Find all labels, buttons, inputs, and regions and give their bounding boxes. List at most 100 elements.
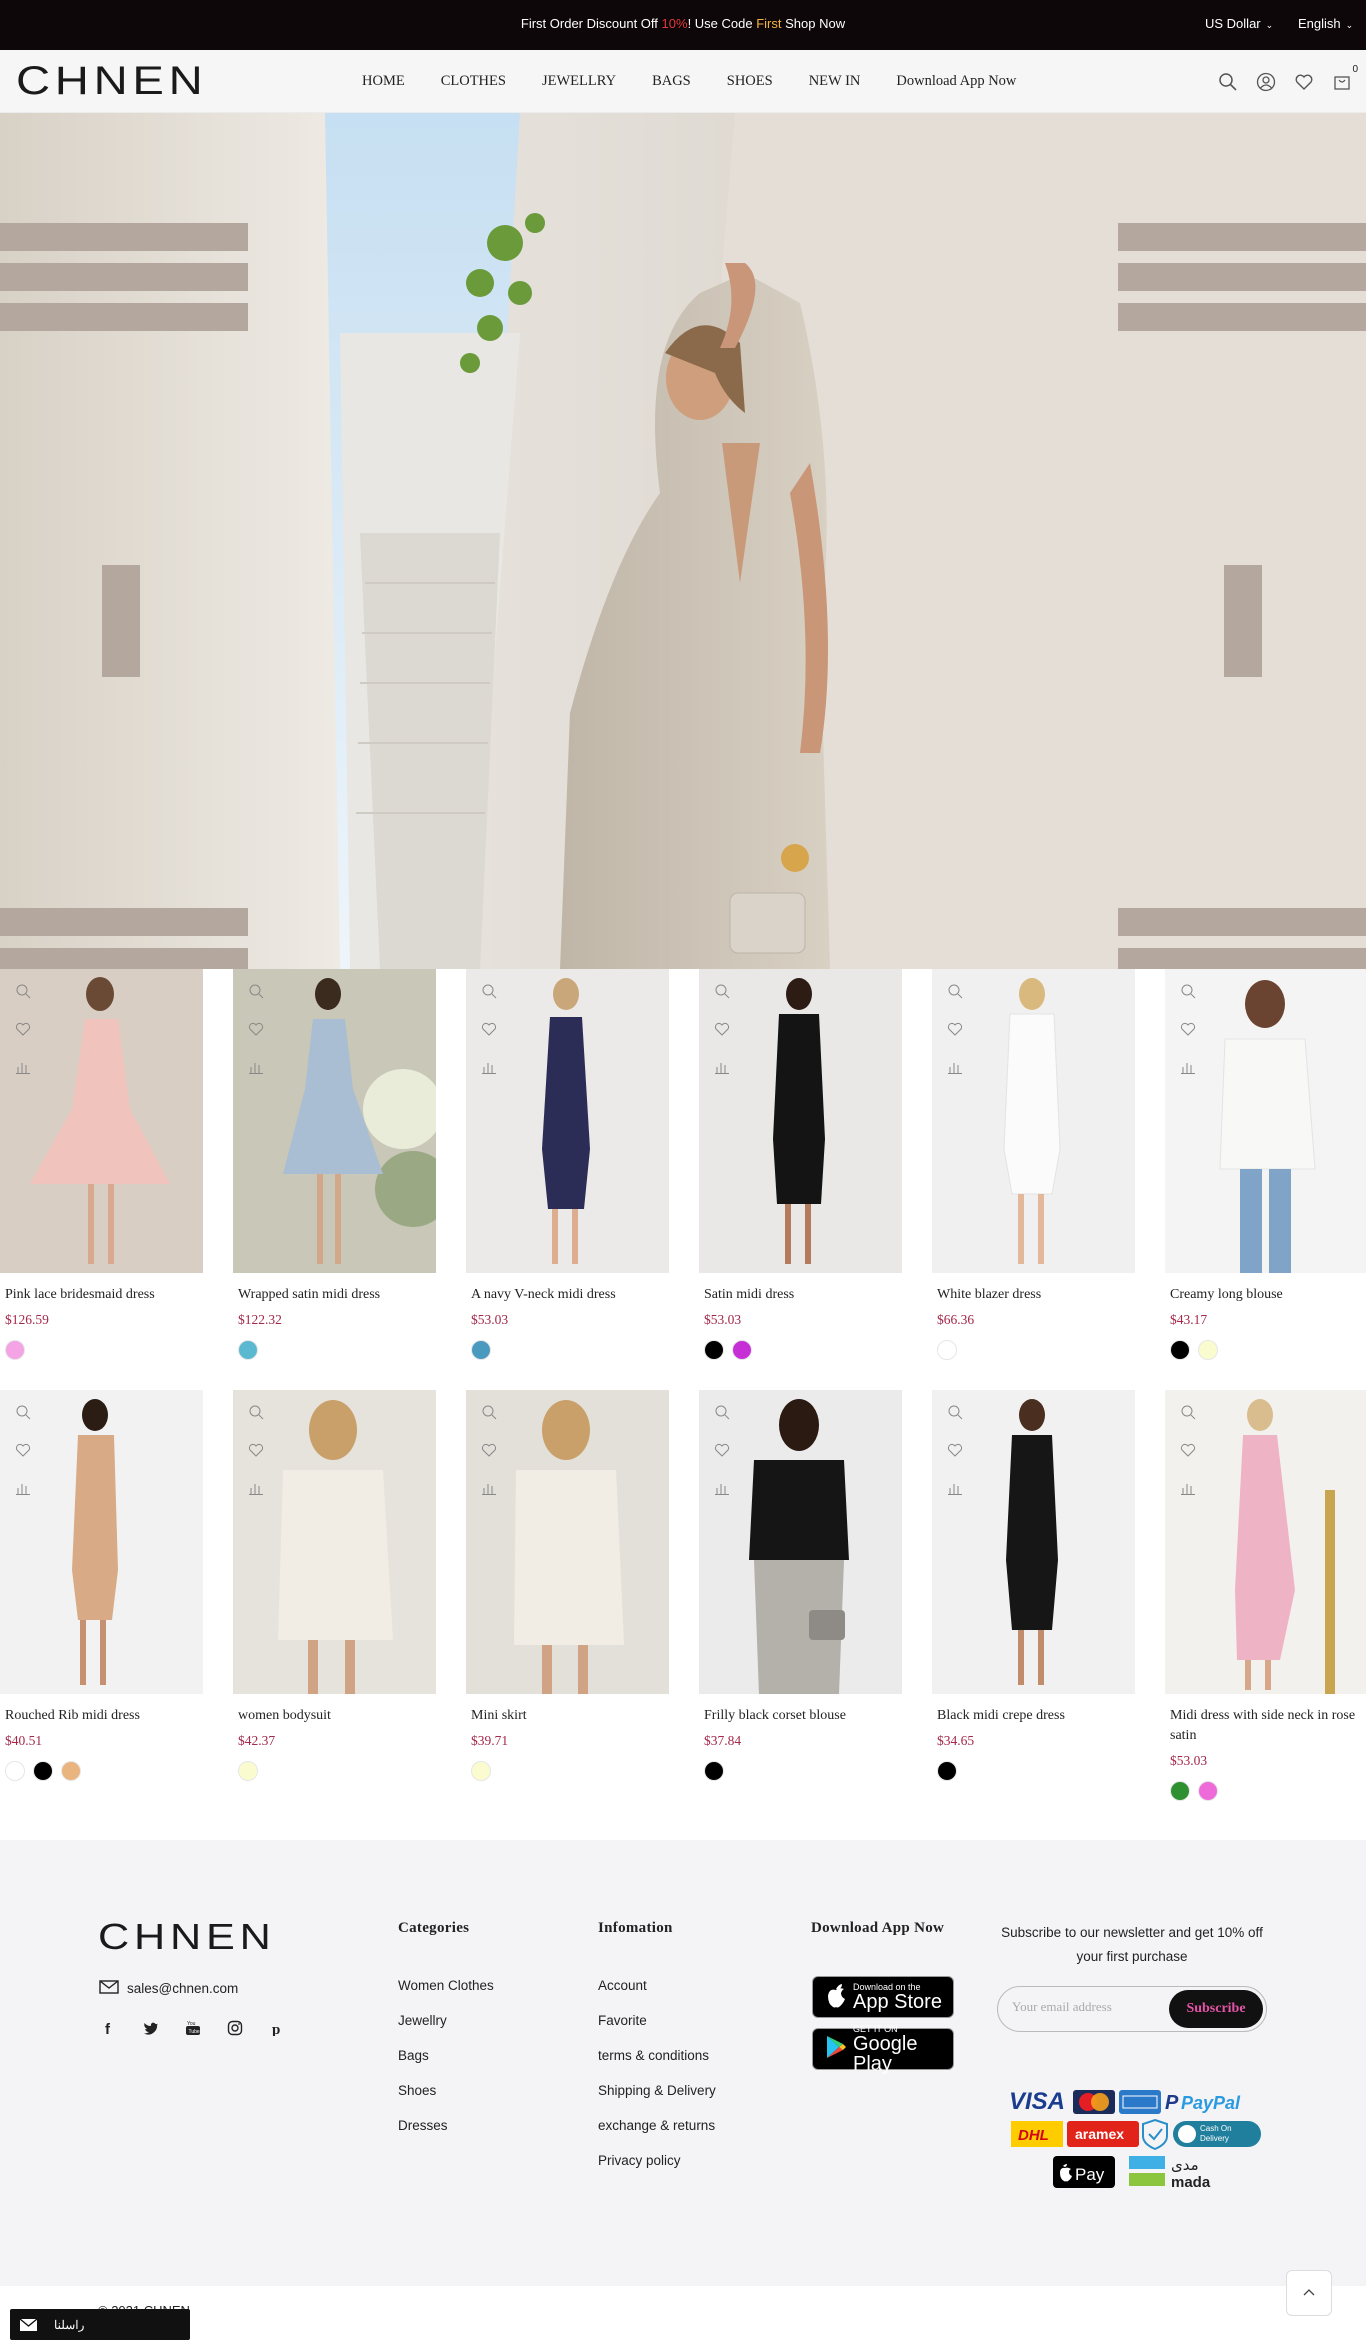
product-image[interactable] — [466, 1390, 669, 1694]
back-to-top-button[interactable] — [1286, 2270, 1332, 2316]
pinterest-icon[interactable]: p — [269, 2020, 285, 2038]
footer-logo[interactable]: CHNEN — [98, 1916, 271, 1958]
cart-icon[interactable]: 0 — [1332, 64, 1358, 92]
heart-icon[interactable] — [1294, 72, 1314, 92]
compare-icon[interactable] — [714, 1480, 730, 1496]
footer-link-privacy[interactable]: Privacy policy — [598, 2153, 716, 2188]
facebook-icon[interactable]: f — [101, 2020, 117, 2038]
product-card[interactable]: Frilly black corset blouse $37.84 — [699, 1390, 902, 1801]
product-card[interactable]: Wrapped satin midi dress $122.32 — [233, 969, 436, 1360]
search-icon[interactable] — [1218, 72, 1238, 92]
color-swatch[interactable] — [471, 1761, 491, 1781]
quick-view-icon[interactable] — [15, 1404, 31, 1420]
quick-view-icon[interactable] — [714, 983, 730, 999]
footer-link-bags[interactable]: Bags — [398, 2048, 494, 2083]
product-image[interactable] — [233, 1390, 436, 1694]
wishlist-icon[interactable] — [947, 1021, 963, 1037]
quick-view-icon[interactable] — [947, 1404, 963, 1420]
quick-view-icon[interactable] — [1180, 983, 1196, 999]
color-swatch[interactable] — [937, 1340, 957, 1360]
product-image[interactable] — [1165, 969, 1366, 1273]
language-selector[interactable]: English ⌄ — [1298, 0, 1353, 50]
nav-jewellry[interactable]: JEWELLRY — [542, 73, 616, 90]
product-image[interactable] — [1165, 1390, 1366, 1694]
product-card[interactable]: Black midi crepe dress $34.65 — [932, 1390, 1135, 1801]
wishlist-icon[interactable] — [1180, 1021, 1196, 1037]
footer-email[interactable]: sales@chnen.com — [99, 1980, 238, 1997]
compare-icon[interactable] — [15, 1480, 31, 1496]
wishlist-icon[interactable] — [481, 1442, 497, 1458]
wishlist-icon[interactable] — [714, 1021, 730, 1037]
product-image[interactable] — [932, 969, 1135, 1273]
currency-selector[interactable]: US Dollar ⌄ — [1205, 0, 1273, 50]
color-swatch[interactable] — [1170, 1781, 1190, 1801]
promo-text[interactable]: First Order Discount Off 10%! Use Code F… — [0, 0, 1366, 50]
product-card[interactable]: Creamy long blouse $43.17 — [1165, 969, 1366, 1360]
footer-link-favorite[interactable]: Favorite — [598, 2013, 716, 2048]
quick-view-icon[interactable] — [714, 1404, 730, 1420]
footer-link-shipping[interactable]: Shipping & Delivery — [598, 2083, 716, 2118]
compare-icon[interactable] — [947, 1059, 963, 1075]
color-swatch[interactable] — [238, 1340, 258, 1360]
color-swatch[interactable] — [704, 1340, 724, 1360]
quick-view-icon[interactable] — [481, 1404, 497, 1420]
compare-icon[interactable] — [947, 1480, 963, 1496]
color-swatch[interactable] — [61, 1761, 81, 1781]
nav-new-in[interactable]: NEW IN — [809, 73, 861, 90]
product-name[interactable]: A navy V-neck midi dress — [471, 1285, 669, 1305]
product-image[interactable] — [699, 969, 902, 1273]
quick-view-icon[interactable] — [481, 983, 497, 999]
compare-icon[interactable] — [481, 1059, 497, 1075]
product-image[interactable] — [0, 1390, 203, 1694]
nav-clothes[interactable]: CLOTHES — [441, 73, 506, 90]
color-swatch[interactable] — [33, 1761, 53, 1781]
subscribe-button[interactable]: Subscribe — [1169, 1990, 1263, 2028]
product-name[interactable]: Frilly black corset blouse — [704, 1706, 902, 1726]
product-card[interactable]: Midi dress with side neck in rose satin … — [1165, 1390, 1366, 1801]
color-swatch[interactable] — [704, 1761, 724, 1781]
wishlist-icon[interactable] — [947, 1442, 963, 1458]
google-play-badge[interactable]: GET IT ON Google Play — [812, 2024, 954, 2074]
product-card[interactable]: White blazer dress $66.36 — [932, 969, 1135, 1360]
compare-icon[interactable] — [714, 1059, 730, 1075]
product-name[interactable]: White blazer dress — [937, 1285, 1135, 1305]
product-card[interactable]: A navy V-neck midi dress $53.03 — [466, 969, 669, 1360]
app-store-badge[interactable]: Download on the App Store — [812, 1976, 954, 2018]
compare-icon[interactable] — [1180, 1059, 1196, 1075]
product-image[interactable] — [233, 969, 436, 1273]
product-name[interactable]: Mini skirt — [471, 1706, 669, 1726]
color-swatch[interactable] — [1198, 1781, 1218, 1801]
product-card[interactable]: women bodysuit $42.37 — [233, 1390, 436, 1801]
product-card[interactable]: Mini skirt $39.71 — [466, 1390, 669, 1801]
instagram-icon[interactable] — [227, 2020, 243, 2036]
footer-link-account[interactable]: Account — [598, 1978, 716, 2013]
product-name[interactable]: Black midi crepe dress — [937, 1706, 1135, 1726]
quick-view-icon[interactable] — [248, 983, 264, 999]
wishlist-icon[interactable] — [248, 1442, 264, 1458]
product-name[interactable]: women bodysuit — [238, 1706, 436, 1726]
product-name[interactable]: Rouched Rib midi dress — [5, 1706, 203, 1726]
product-image[interactable] — [932, 1390, 1135, 1694]
site-logo[interactable]: CHNEN — [16, 59, 203, 103]
footer-link-dresses[interactable]: Dresses — [398, 2118, 494, 2153]
hero-banner[interactable] — [0, 113, 1366, 969]
color-swatch[interactable] — [732, 1340, 752, 1360]
footer-link-shoes[interactable]: Shoes — [398, 2083, 494, 2118]
nav-download-app[interactable]: Download App Now — [896, 73, 1016, 90]
product-image[interactable] — [0, 969, 203, 1273]
footer-link-women-clothes[interactable]: Women Clothes — [398, 1978, 494, 2013]
color-swatch[interactable] — [5, 1761, 25, 1781]
footer-link-terms[interactable]: terms & conditions — [598, 2048, 716, 2083]
product-name[interactable]: Satin midi dress — [704, 1285, 902, 1305]
wishlist-icon[interactable] — [15, 1021, 31, 1037]
product-card[interactable]: Pink lace bridesmaid dress $126.59 — [0, 969, 203, 1360]
product-name[interactable]: Pink lace bridesmaid dress — [5, 1285, 203, 1305]
color-swatch[interactable] — [1170, 1340, 1190, 1360]
wishlist-icon[interactable] — [248, 1021, 264, 1037]
wishlist-icon[interactable] — [1180, 1442, 1196, 1458]
color-swatch[interactable] — [238, 1761, 258, 1781]
quick-view-icon[interactable] — [947, 983, 963, 999]
quick-view-icon[interactable] — [248, 1404, 264, 1420]
product-image[interactable] — [466, 969, 669, 1273]
nav-shoes[interactable]: SHOES — [727, 73, 773, 90]
